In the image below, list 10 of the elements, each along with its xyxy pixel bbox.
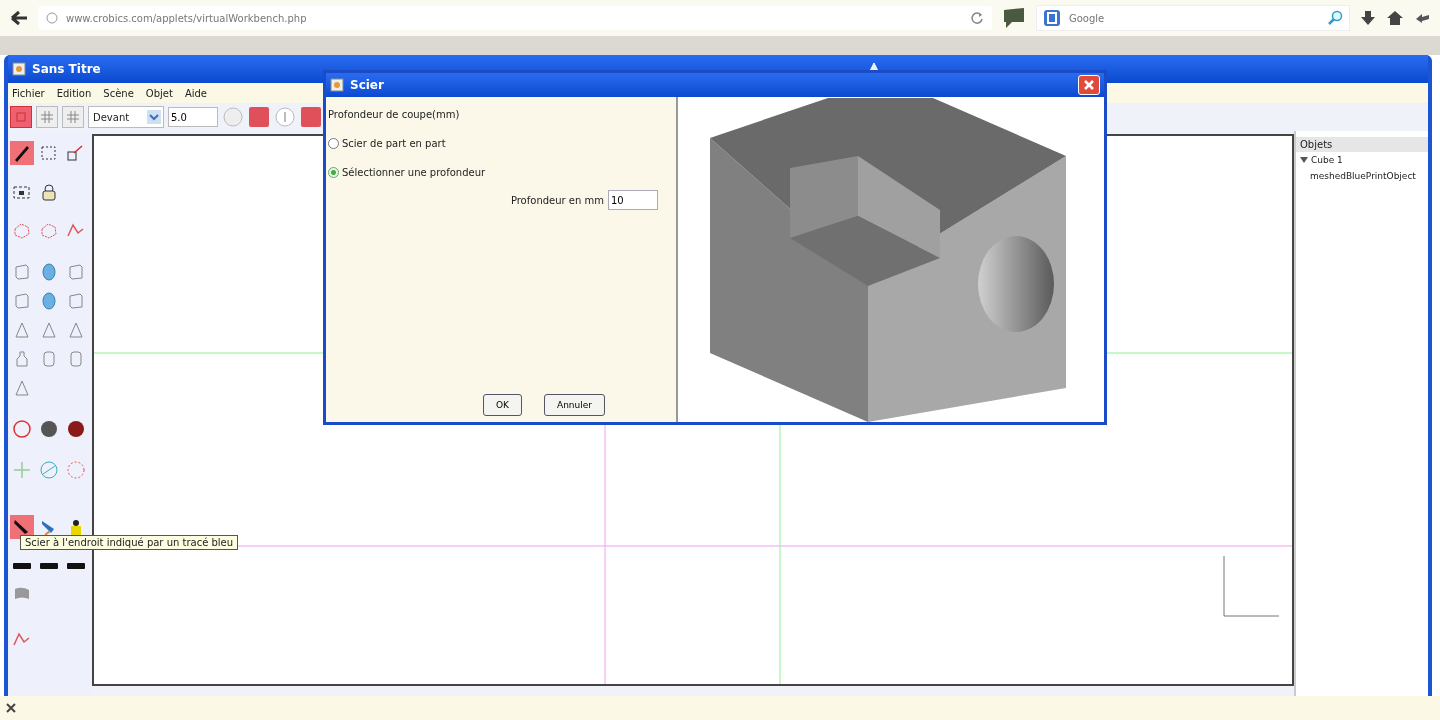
radio-label: Sélectionner une profondeur bbox=[342, 167, 486, 178]
tooltip: Scier à l'endroit indiqué par un tracé bleu bbox=[20, 535, 239, 550]
panel-header: Objets bbox=[1296, 137, 1428, 152]
section-heading: Profondeur de coupe(mm) bbox=[328, 109, 461, 120]
field-label: Profondeur en mm bbox=[510, 194, 604, 206]
window-title: Sans Titre bbox=[32, 62, 101, 76]
radio-label: Scier de part en part bbox=[342, 138, 446, 149]
dialog-title: Scier bbox=[350, 78, 385, 92]
url-text: www.crobics.com/applets/virtualWorkbench.php bbox=[66, 12, 308, 24]
dropdown-value: Devant bbox=[93, 111, 130, 123]
